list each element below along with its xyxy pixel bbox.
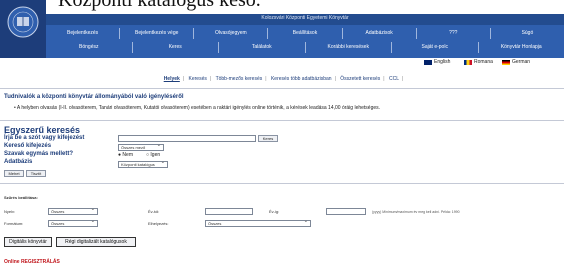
menu-item-library-card[interactable]: Olvasójegyem [194,28,269,39]
year-from-input[interactable] [205,208,253,215]
main-menu: Bejelentkezés Bejelentkezés vége Olvasój… [46,25,564,58]
database-label: Adatbázis [4,159,33,165]
search-subnav: Helyek | Keresés | Több-mezős keresés | Ker… [163,76,404,82]
menu-item-previous-searches[interactable]: Korábbi keresések [306,42,392,53]
lang-english-label: English [434,59,451,65]
lang-english[interactable]: English [424,59,450,65]
notice-text-body: A helyben olvasás (I-II. olvasóterem, Ta… [16,105,381,111]
field-select[interactable]: Összes mező [118,143,164,151]
menu-row-1: Bejelentkezés Bejelentkezés vége Olvasój… [46,28,564,39]
filter-title: Szűrés beállítása: [4,195,38,200]
page-title: Központi katalógus keső. [58,0,261,11]
submit-button[interactable]: Mehet [4,170,24,177]
lang-romana-label: Romana [474,59,493,65]
simple-search-heading: Egyszerű keresés [4,125,81,135]
year-note: (yyyy) Minimum/maximum év meg kell adni.… [372,210,460,214]
library-logo[interactable] [0,0,46,58]
germany-flag-icon [502,59,510,65]
menu-item-homepage[interactable]: Könyvtár Honlapja [479,42,564,53]
top-title: Kolozsvári Központi Egyetemi Könyvtár [261,15,349,21]
subnav-advanced[interactable]: Összetett keresés [340,76,380,82]
database-select[interactable]: Központi katalógus [118,160,168,168]
format-filter-select[interactable]: Összes [48,219,98,227]
subnav-ccl[interactable]: CCL [389,76,399,82]
lang-romana[interactable]: Romana [464,59,493,65]
notice-text: • A helyben olvasás (I-II. olvasóterem, … [14,105,381,111]
adjacent-yes-option[interactable]: ○ Igen [146,152,160,158]
menu-item-help[interactable]: Súgó [491,28,564,39]
subnav-search[interactable]: Keresés [189,76,207,82]
adjacent-no-label: Nem [122,152,133,158]
adjacent-yes-label: Igen [150,152,161,158]
subnav-multi-field[interactable]: Több-mezős keresés [216,76,263,82]
query-input[interactable] [118,135,256,142]
subnav-multi-db[interactable]: Keresés több adatbázisban [271,76,332,82]
lang-german[interactable]: German [502,59,530,65]
subnav-locations[interactable]: Helyek [164,76,180,82]
year-from-label: Év-tól: [148,209,160,214]
query-label: Írja be a szót vagy kifejezést [4,135,85,141]
language-filter-label: Nyelv: [4,209,16,214]
online-registration-link[interactable]: Online REGISZTRÁLÁS [4,259,60,265]
reset-button[interactable]: Tisztít [26,170,46,177]
field-label: Kereső kifejezés [4,143,52,149]
location-filter-select[interactable]: Összes [205,219,311,227]
uk-flag-icon [424,59,432,65]
menu-item-results[interactable]: Találatok [219,42,306,53]
menu-row-2: Böngész Keres Találatok Korábbi keresése… [46,42,564,53]
format-filter-label: Formátum: [4,221,24,226]
digital-library-button[interactable]: Digitális könyvtár [4,237,52,247]
year-to-label: Év-ig: [269,209,280,214]
year-to-input[interactable] [326,208,366,215]
divider [0,120,564,121]
menu-item-search[interactable]: Keres [133,42,219,53]
romania-flag-icon [464,59,472,65]
adjacent-no-option[interactable]: ● Nem [118,152,133,158]
top-title-bar: Kolozsvári Központi Egyetemi Könyvtár [46,14,564,25]
notice-title: Tudnivalók a központi könyvtár állományá… [4,94,184,100]
menu-item-login[interactable]: Bejelentkezés [46,28,121,39]
old-catalogs-button[interactable]: Régi digitalizált katalógusok [56,237,136,247]
language-filter-select[interactable]: Összes [48,207,98,215]
adjacent-label: Szavak egymás mellett? [4,151,74,157]
divider [0,183,564,184]
menu-item-browse[interactable]: Böngész [46,42,133,53]
location-filter-label: Elhelyezés: [148,221,169,226]
menu-item-databases[interactable]: Adatbázisok [343,28,417,39]
library-logo-icon [0,0,46,58]
lang-german-label: German [512,59,531,65]
search-button[interactable]: Keres [258,135,278,142]
menu-item-logout[interactable]: Bejelentkezés vége [120,28,195,39]
menu-item-my-shelf[interactable]: Saját e-polc [392,42,479,53]
menu-item-settings[interactable]: Beállítások [268,28,343,39]
divider [0,88,564,89]
menu-item-unknown[interactable]: ??? [417,28,491,39]
language-bar: English Romana German [46,58,564,68]
